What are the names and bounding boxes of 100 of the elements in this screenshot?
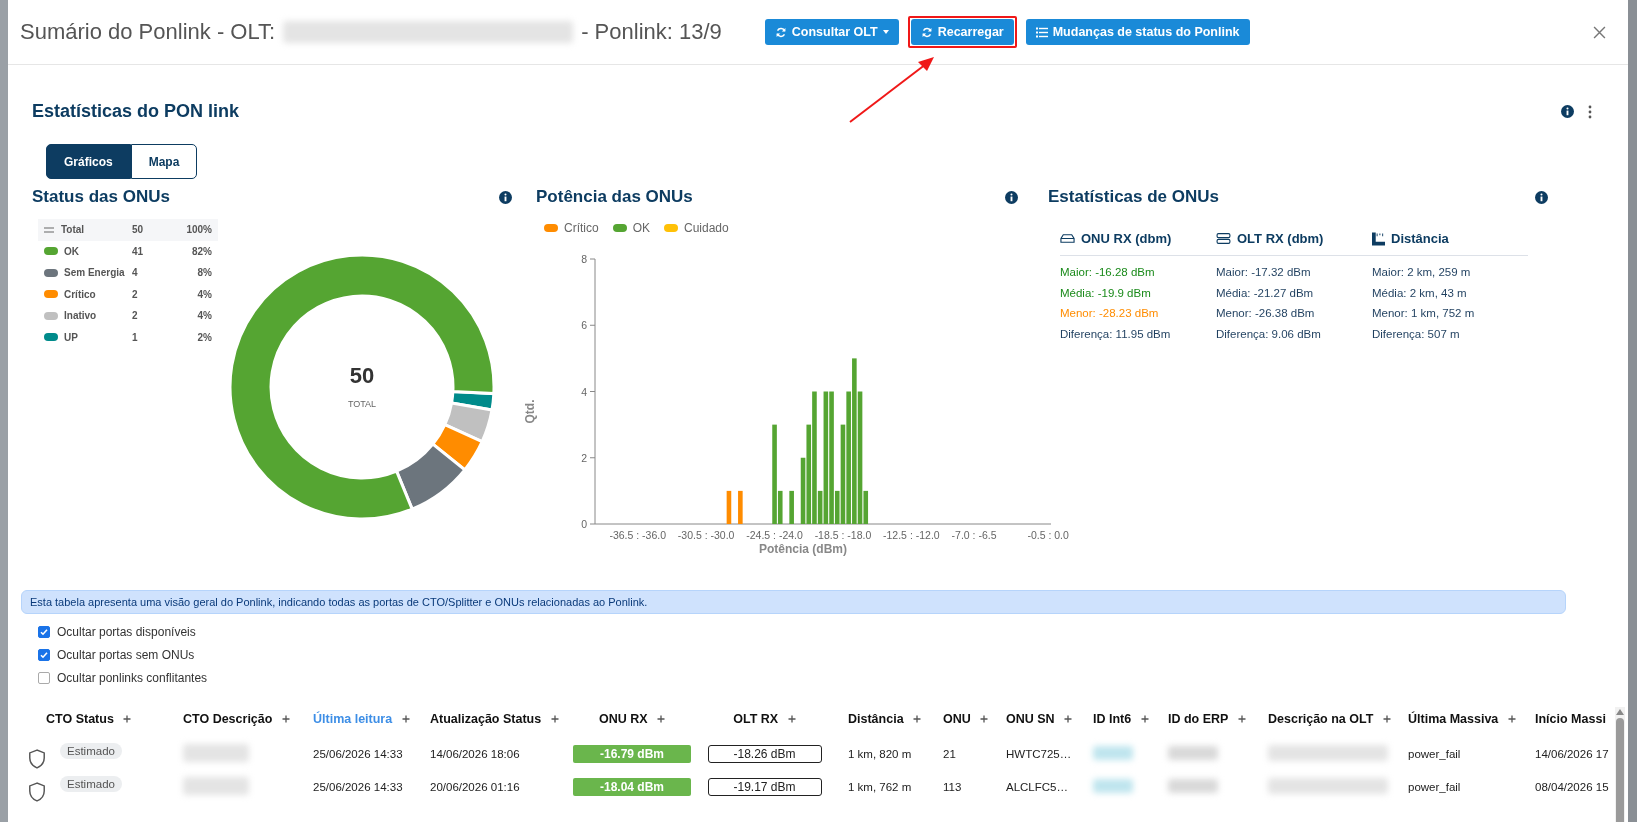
caret-icon (882, 30, 889, 34)
server-icon (1216, 233, 1231, 244)
plus-icon[interactable] (401, 715, 410, 723)
stat-line: Média: -19.9 dBm (1060, 285, 1152, 301)
column-header[interactable]: Descrição na OLT (1268, 712, 1374, 726)
legend-label: Inativo (64, 310, 98, 322)
column-header[interactable]: ONU SN (1006, 712, 1055, 726)
table-cell: power_fail (1408, 747, 1461, 760)
legend-count: 41 (132, 245, 145, 257)
section-title: Estatísticas do PON link (32, 101, 240, 122)
scroll-up-icon[interactable] (1616, 709, 1624, 715)
header-button[interactable]: Mudanças de status do Ponlink (1025, 19, 1250, 45)
legend-count: 2 (132, 310, 139, 322)
refresh-icon (774, 26, 787, 38)
plus-icon[interactable] (657, 715, 666, 723)
checkbox-label: Ocultar portas disponíveis (57, 624, 196, 639)
column-header[interactable]: CTO Status (46, 712, 114, 726)
close-icon[interactable] (1593, 25, 1606, 39)
x-tick-label: -0.5 : 0.0 (1027, 529, 1069, 541)
y-tick-label: 8 (581, 253, 587, 265)
plus-icon[interactable] (1064, 715, 1073, 723)
legend-percent: 100% (185, 224, 212, 236)
panel-title: Status das ONUs (32, 187, 170, 207)
column-header[interactable]: Início Massi (1535, 712, 1606, 726)
plus-icon[interactable] (550, 715, 559, 723)
plus-icon[interactable] (123, 715, 132, 723)
checkbox[interactable] (38, 625, 50, 638)
legend-percent: 4% (196, 310, 212, 322)
plus-icon[interactable] (1507, 715, 1516, 723)
plus-icon[interactable] (787, 715, 796, 723)
redacted-block (1093, 778, 1133, 793)
redacted-block (183, 776, 249, 795)
info-icon[interactable] (1561, 105, 1574, 118)
modal-title: - Ponlink: 13/9 (581, 19, 722, 45)
view-tab[interactable]: Gráficos (46, 144, 131, 179)
scrollbar[interactable] (1615, 707, 1625, 822)
x-tick-label: -36.5 : -36.0 (609, 529, 667, 541)
list-icon (1035, 26, 1048, 38)
column-header[interactable]: ONU RX (598, 712, 648, 726)
y-tick-label: 2 (581, 451, 587, 464)
equals-icon (44, 226, 54, 233)
y-axis-label: Qtd. (523, 399, 537, 424)
shield-icon (28, 781, 46, 802)
signal-pill: -16.79 dBm (573, 744, 691, 763)
table-cell: ALCLFC5… (1006, 780, 1068, 793)
refresh-icon (920, 26, 933, 38)
info-icon[interactable] (1005, 190, 1018, 204)
info-icon[interactable] (1535, 190, 1548, 204)
x-tick-label: -18.5 : -18.0 (814, 529, 872, 541)
legend-label: OK (64, 245, 80, 257)
stats-column-title: OLT RX (dbm) (1237, 231, 1324, 246)
checkbox[interactable] (38, 671, 50, 684)
column-header[interactable]: Atualização Status (430, 712, 542, 726)
x-tick-label: -7.0 : -6.5 (951, 529, 997, 541)
device-icon (1060, 233, 1075, 244)
stat-line: Média: 2 km, 43 m (1372, 285, 1468, 301)
plus-icon[interactable] (1237, 715, 1246, 723)
ruler-icon (1372, 231, 1385, 246)
plus-icon[interactable] (1382, 715, 1391, 723)
more-options-icon[interactable] (1588, 104, 1592, 119)
stat-line: Diferença: 11.95 dBm (1060, 326, 1172, 342)
column-header[interactable]: ID do ERP (1168, 712, 1229, 726)
legend-percent: 2% (196, 331, 212, 343)
legend-percent: 4% (196, 288, 212, 300)
info-banner: Esta tabela apresenta uma visão geral do Ponlink, indicando todas as portas de CTO/Splitter e ONUs relacionadas ao Ponlink. (21, 590, 1566, 614)
table-cell: 1 km, 762 m (848, 780, 912, 793)
column-header[interactable]: Distância (848, 712, 904, 726)
stats-column-title: ONU RX (dbm) (1081, 231, 1172, 246)
column-header[interactable]: CTO Descrição (183, 712, 273, 726)
x-tick-label: -30.5 : -30.0 (677, 529, 735, 541)
table-cell: 08/04/2026 15 (1535, 780, 1609, 793)
stat-line: Menor: 1 km, 752 m (1372, 306, 1476, 321)
header-button[interactable]: Recarregar (910, 19, 1014, 45)
legend-label: Crítico (564, 221, 599, 235)
redacted-block (1168, 745, 1218, 760)
table-cell: 25/06/2026 14:33 (313, 747, 403, 760)
column-header[interactable]: ID Int6 (1093, 712, 1132, 726)
panel-title: Estatísticas de ONUs (1048, 187, 1219, 207)
plus-icon[interactable] (980, 715, 989, 723)
legend-label: Cuidado (684, 221, 729, 235)
table-cell: 20/06/2026 01:16 (430, 780, 520, 793)
table-cell: 21 (943, 747, 956, 760)
column-header[interactable]: Última Massiva (1408, 712, 1499, 726)
plus-icon[interactable] (1140, 715, 1149, 723)
header-button[interactable]: Consultar OLT (764, 19, 899, 45)
column-header[interactable]: ONU (943, 712, 971, 726)
stat-line: Menor: -28.23 dBm (1060, 306, 1160, 321)
view-tab[interactable]: Mapa (130, 144, 198, 179)
stat-line: Média: -21.27 dBm (1216, 285, 1315, 301)
donut-center-value: 50 (348, 363, 376, 389)
plus-icon[interactable] (913, 715, 922, 723)
checkbox[interactable] (38, 648, 50, 661)
plus-icon[interactable] (281, 715, 290, 723)
info-icon[interactable] (499, 190, 512, 204)
legend-count: 4 (132, 267, 139, 279)
signal-pill: -18.26 dBm (707, 744, 822, 763)
stat-line: Menor: -26.38 dBm (1216, 306, 1316, 321)
x-axis-label: Potência (dBm) (759, 542, 847, 556)
signal-pill: -18.04 dBm (573, 777, 691, 796)
column-header[interactable]: OLT RX (733, 712, 779, 726)
